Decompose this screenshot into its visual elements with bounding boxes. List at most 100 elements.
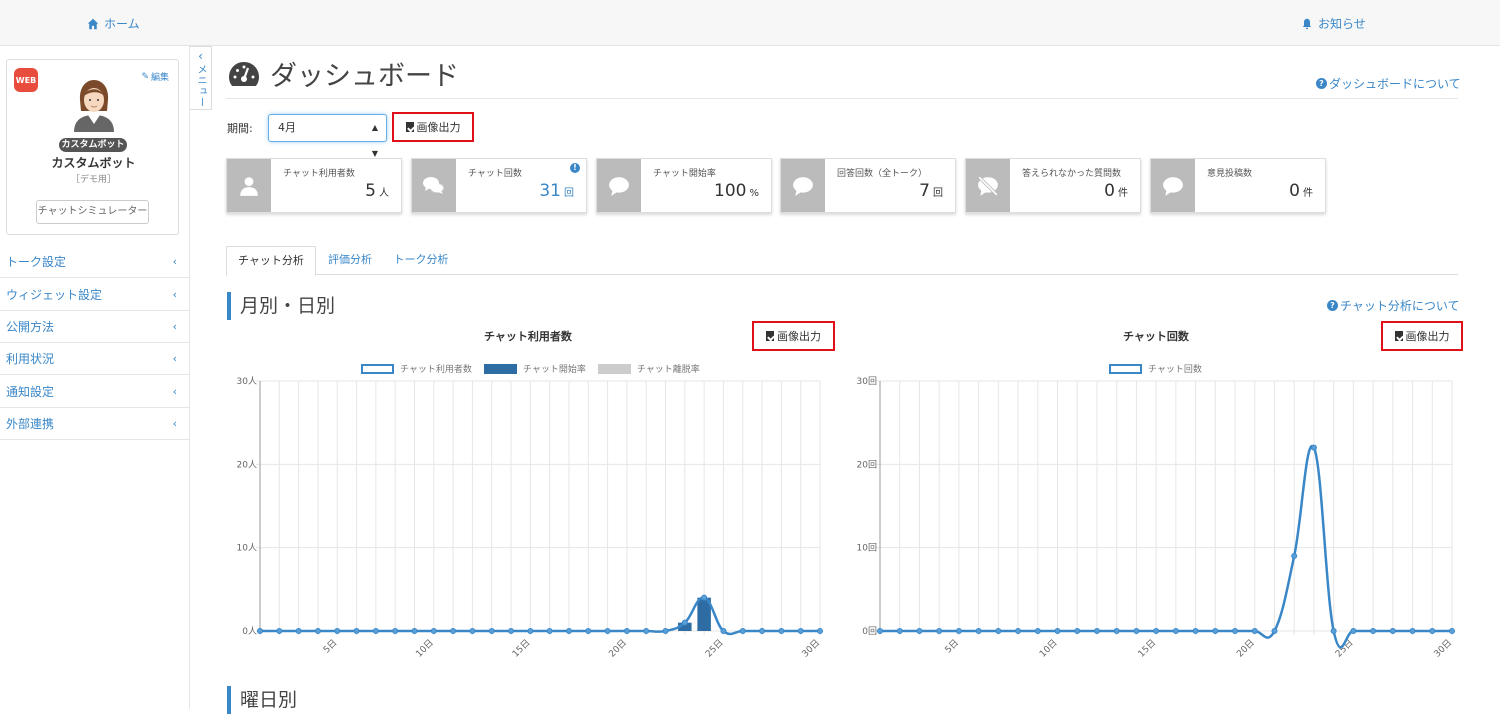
stat-label: 答えられなかった質問数 [1022, 169, 1122, 179]
analysis-tabs: チャット分析 評価分析 トーク分析 [226, 246, 1458, 276]
export-chart-count-button[interactable]: 画像出力 [1381, 321, 1463, 351]
data-point [508, 628, 515, 634]
sidebar-item-label: 公開方法 [6, 320, 55, 334]
x-tick-label: 5日 [943, 637, 961, 655]
stat-card-chat-count: チャット回数 ! 31 回 [411, 158, 587, 213]
data-point [877, 628, 883, 634]
data-point [604, 628, 611, 634]
chat-bubbles-icon [412, 159, 456, 212]
series-line [260, 596, 820, 636]
dashboard-help-link[interactable]: ? ダッシュボードについて [1316, 75, 1461, 92]
chat-simulator-button[interactable]: チャットシミュレーター [36, 200, 149, 224]
chevron-left-icon: ‹ [172, 255, 177, 268]
tab-talk-analysis[interactable]: トーク分析 [388, 246, 454, 275]
section-title-weekday: 曜日別 [227, 686, 297, 714]
page-title: ダッシュボード [228, 54, 459, 93]
chevron-left-icon: ‹ [172, 320, 177, 333]
x-tick-label: 15日 [1136, 637, 1158, 659]
data-point [1133, 628, 1140, 634]
sidebar-item-notification-settings[interactable]: 通知設定 ‹ [0, 376, 189, 408]
opinion-icon [1151, 159, 1195, 212]
edit-label: 編集 [150, 73, 169, 83]
data-point [276, 628, 283, 634]
chat-analysis-help-link[interactable]: ? チャット分析について [1327, 297, 1460, 314]
menu-collapse-tab[interactable]: ‹ メニュー [190, 46, 212, 110]
info-icon[interactable]: ! [570, 163, 580, 173]
data-point [1232, 628, 1239, 634]
data-point [392, 628, 399, 634]
tab-rating-analysis[interactable]: 評価分析 [320, 246, 380, 275]
data-point [1449, 628, 1455, 634]
sidebar-item-publish-method[interactable]: 公開方法 ‹ [0, 311, 189, 343]
data-point [527, 628, 534, 634]
sidebar-item-label: 外部連携 [6, 417, 55, 431]
notice-link[interactable]: お知らせ [1301, 15, 1366, 32]
stat-card-answer-count: 回答回数（全トーク） 7回 [780, 158, 956, 213]
data-point [1172, 628, 1179, 634]
x-tick-label: 10日 [1037, 637, 1059, 659]
stat-value: 0件 [1289, 181, 1313, 201]
data-point [739, 628, 746, 634]
chat-analysis-help-label: チャット分析について [1340, 299, 1460, 313]
notice-label: お知らせ [1318, 17, 1366, 31]
sidebar-item-talk-settings[interactable]: トーク設定 ‹ [0, 246, 189, 278]
export-image-button[interactable]: 画像出力 [392, 112, 474, 142]
menu-collapse-label: メニュー [195, 64, 206, 108]
sidebar-item-label: ウィジェット設定 [6, 288, 103, 302]
legend-swatch-blue [483, 363, 517, 374]
pencil-icon: ✎ [141, 71, 149, 82]
export-chart-users-button[interactable]: 画像出力 [752, 321, 835, 351]
data-point [1054, 628, 1061, 634]
stat-value: 5人 [365, 181, 389, 201]
export-image-label: 画像出力 [416, 121, 461, 134]
tab-chat-analysis[interactable]: チャット分析 [226, 246, 316, 276]
y-tick-label: 30回 [857, 376, 877, 387]
data-point [257, 628, 263, 634]
bot-type-tag: カスタムボット [59, 138, 127, 152]
sidebar: WEB ✎ 編集 カスタムボット カスタムボット ［デモ用］ チャットシミュレー… [0, 46, 190, 709]
y-tick-label: 0人 [242, 626, 257, 637]
period-select[interactable]: 4月 ▲ ▼ [268, 114, 387, 158]
data-point [681, 619, 688, 626]
sidebar-item-usage-status[interactable]: 利用状況 ‹ [0, 343, 189, 375]
data-point [1291, 553, 1298, 559]
bot-profile-card: WEB ✎ 編集 カスタムボット カスタムボット ［デモ用］ チャットシミュレー… [6, 59, 179, 235]
legend-swatch-outline [361, 363, 394, 374]
data-point [334, 628, 341, 634]
stat-label: チャット利用者数 [283, 169, 355, 179]
x-tick-label: 30日 [800, 637, 822, 659]
sidebar-item-external-integration[interactable]: 外部連携 ‹ [0, 408, 189, 440]
data-point [1350, 628, 1357, 634]
title-divider [226, 98, 1458, 99]
stat-value: 31 回 [539, 181, 574, 201]
x-tick-label: 30日 [1432, 637, 1454, 659]
data-point [955, 628, 962, 634]
stat-value: 100% [714, 181, 759, 201]
data-point [469, 628, 476, 634]
comment-icon [781, 159, 825, 212]
data-point [1251, 628, 1258, 634]
data-point [1389, 628, 1396, 634]
data-point [372, 628, 379, 634]
stat-label: 意見投稿数 [1207, 169, 1253, 179]
data-point [817, 628, 823, 634]
chevron-left-icon: ‹ [172, 352, 177, 365]
sidebar-item-widget-settings[interactable]: ウィジェット設定 ‹ [0, 279, 189, 311]
page-title-text: ダッシュボード [270, 61, 459, 92]
edit-profile-link[interactable]: ✎ 編集 [141, 70, 169, 84]
data-point [1429, 628, 1436, 634]
legend-swatch-gray [597, 363, 631, 374]
stat-label: チャット開始率 [653, 169, 716, 179]
home-link[interactable]: ホーム [87, 15, 140, 32]
data-point [1034, 628, 1041, 634]
data-point [778, 628, 785, 634]
sidebar-item-label: 利用状況 [6, 352, 55, 366]
legend-label: チャット利用者数 [400, 365, 472, 375]
data-point [565, 628, 572, 634]
stat-card-chat-start-rate: チャット開始率 100% [596, 158, 772, 213]
legend-label: チャット離脱率 [636, 365, 700, 375]
sidebar-item-label: トーク設定 [6, 255, 67, 269]
x-tick-label: 20日 [607, 637, 629, 659]
bell-icon [1302, 18, 1312, 29]
data-point [295, 628, 302, 634]
